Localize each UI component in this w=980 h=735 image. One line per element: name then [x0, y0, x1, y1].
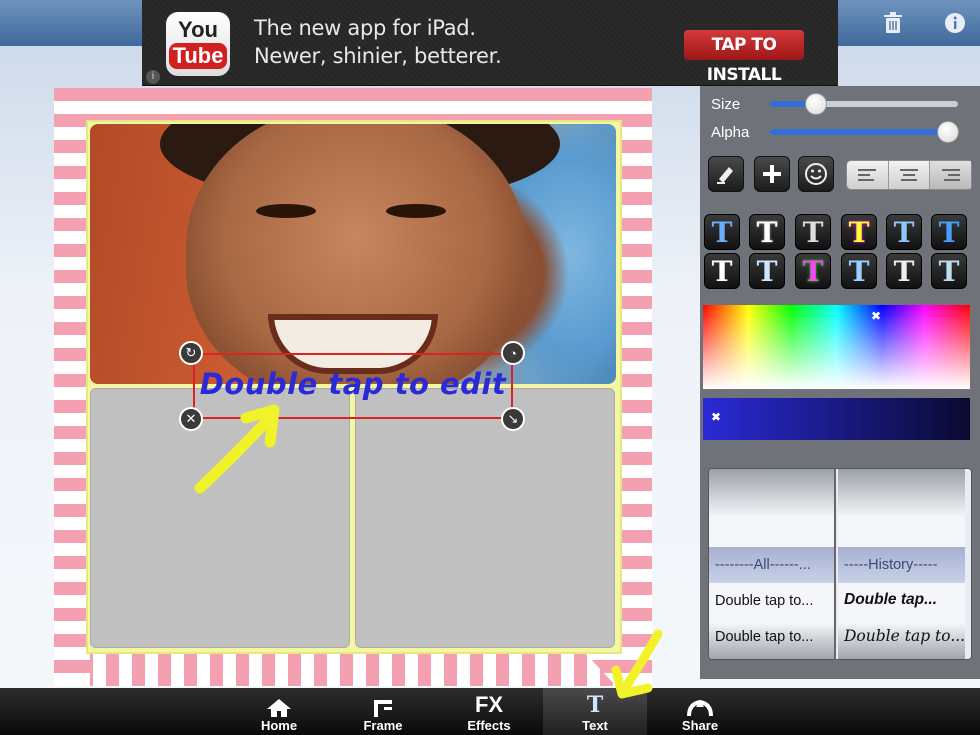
text-style-blue-outline-icon[interactable]: T	[704, 214, 740, 250]
tab-home-label: Home	[260, 718, 298, 733]
text-style-white-icon[interactable]: T	[749, 214, 785, 250]
youtube-logo-tube: Tube	[168, 43, 228, 69]
text-overlay-label[interactable]: Double tap to edit	[195, 367, 511, 401]
rotate-handle-icon[interactable]: ↻	[179, 341, 203, 365]
text-style-light-blue-icon[interactable]: T	[886, 214, 922, 250]
photo-cell-top[interactable]	[90, 124, 616, 384]
annotation-arrow-canvas	[194, 404, 280, 494]
text-style-white-2-icon[interactable]: T	[704, 253, 740, 289]
text-style-silver-icon[interactable]: T	[886, 253, 922, 289]
fx-icon: FX	[474, 692, 504, 717]
pen-icon[interactable]	[708, 156, 744, 192]
history-header: -----History-----	[844, 557, 938, 573]
align-left-icon[interactable]	[847, 161, 889, 189]
tab-home[interactable]: Home	[227, 688, 331, 735]
alpha-slider-thumb[interactable]	[937, 121, 959, 143]
tap-to-install-button[interactable]: TAP TO INSTALL	[684, 30, 804, 85]
info-icon[interactable]	[942, 10, 968, 36]
text-style-frost-icon[interactable]: T	[931, 253, 967, 289]
ad-info-icon[interactable]: i	[146, 70, 160, 84]
text-style-rainbow-2-icon[interactable]: T	[795, 253, 831, 289]
clock-handle-icon[interactable]: ◔	[501, 341, 525, 365]
font-list-all[interactable]: --------All------... Double tap to... Do…	[709, 469, 836, 659]
home-icon	[267, 699, 291, 717]
annotation-arrow-text-tab	[611, 629, 663, 699]
ad-line-2: Newer, shinier, betterer.	[254, 44, 502, 68]
tab-frame-label: Frame	[363, 718, 403, 733]
photo-cell-bottom-right[interactable]	[355, 388, 615, 648]
resize-handle-icon[interactable]: ↘	[501, 407, 525, 431]
ad-banner[interactable]: You Tube The new app for iPad. Newer, sh…	[142, 0, 838, 86]
text-style-glow-icon[interactable]: T	[841, 253, 877, 289]
photo-eye-right	[386, 204, 446, 218]
picker-divider	[834, 468, 836, 660]
share-icon	[687, 699, 713, 717]
font-list-history[interactable]: -----History----- Double tap... Double t…	[838, 469, 965, 659]
align-center-icon[interactable]	[889, 161, 931, 189]
text-style-blue-icon[interactable]: T	[931, 214, 967, 250]
text-icon: T	[586, 692, 604, 718]
font-history-picker[interactable]: --------All------... Double tap to... Do…	[708, 468, 972, 660]
youtube-logo-you: You	[178, 17, 218, 42]
text-style-rainbow-icon[interactable]: T	[841, 214, 877, 250]
size-label: Size	[711, 96, 741, 113]
tab-effects-label: Effects	[467, 718, 511, 733]
align-right-icon[interactable]	[930, 161, 972, 189]
all-item[interactable]: Double tap to...	[715, 593, 835, 609]
alpha-label: Alpha	[711, 124, 750, 141]
all-item[interactable]: Double tap to...	[715, 629, 835, 645]
text-style-grey-icon[interactable]: T	[795, 214, 831, 250]
tab-text-label: Text	[582, 718, 608, 733]
ad-line-1: The new app for iPad.	[254, 16, 476, 40]
history-item[interactable]: Double tap to...	[844, 627, 964, 645]
all-header: --------All------...	[715, 557, 811, 573]
tab-effects[interactable]: FX Effects	[437, 688, 541, 735]
color-spectrum-picker[interactable]: ✖	[703, 305, 970, 389]
add-icon[interactable]	[754, 156, 790, 192]
size-slider-thumb[interactable]	[805, 93, 827, 115]
tab-share-label: Share	[681, 718, 719, 733]
alpha-slider[interactable]	[770, 121, 959, 143]
tab-frame[interactable]: Frame	[331, 688, 435, 735]
text-align-group	[846, 160, 972, 190]
smiley-icon[interactable]	[798, 156, 834, 192]
color-shade-picker[interactable]: ✖	[703, 398, 970, 440]
spectrum-marker-icon: ✖	[871, 309, 882, 323]
history-item[interactable]: Double tap...	[844, 591, 964, 609]
text-style-ice-icon[interactable]: T	[749, 253, 785, 289]
youtube-logo: You Tube	[166, 12, 230, 76]
shade-marker-icon: ✖	[711, 410, 722, 424]
size-slider[interactable]	[770, 93, 958, 115]
trash-icon[interactable]	[880, 10, 906, 36]
photo-eye-left	[256, 204, 316, 218]
frame-icon	[374, 700, 392, 717]
alpha-slider-fill	[770, 129, 956, 135]
